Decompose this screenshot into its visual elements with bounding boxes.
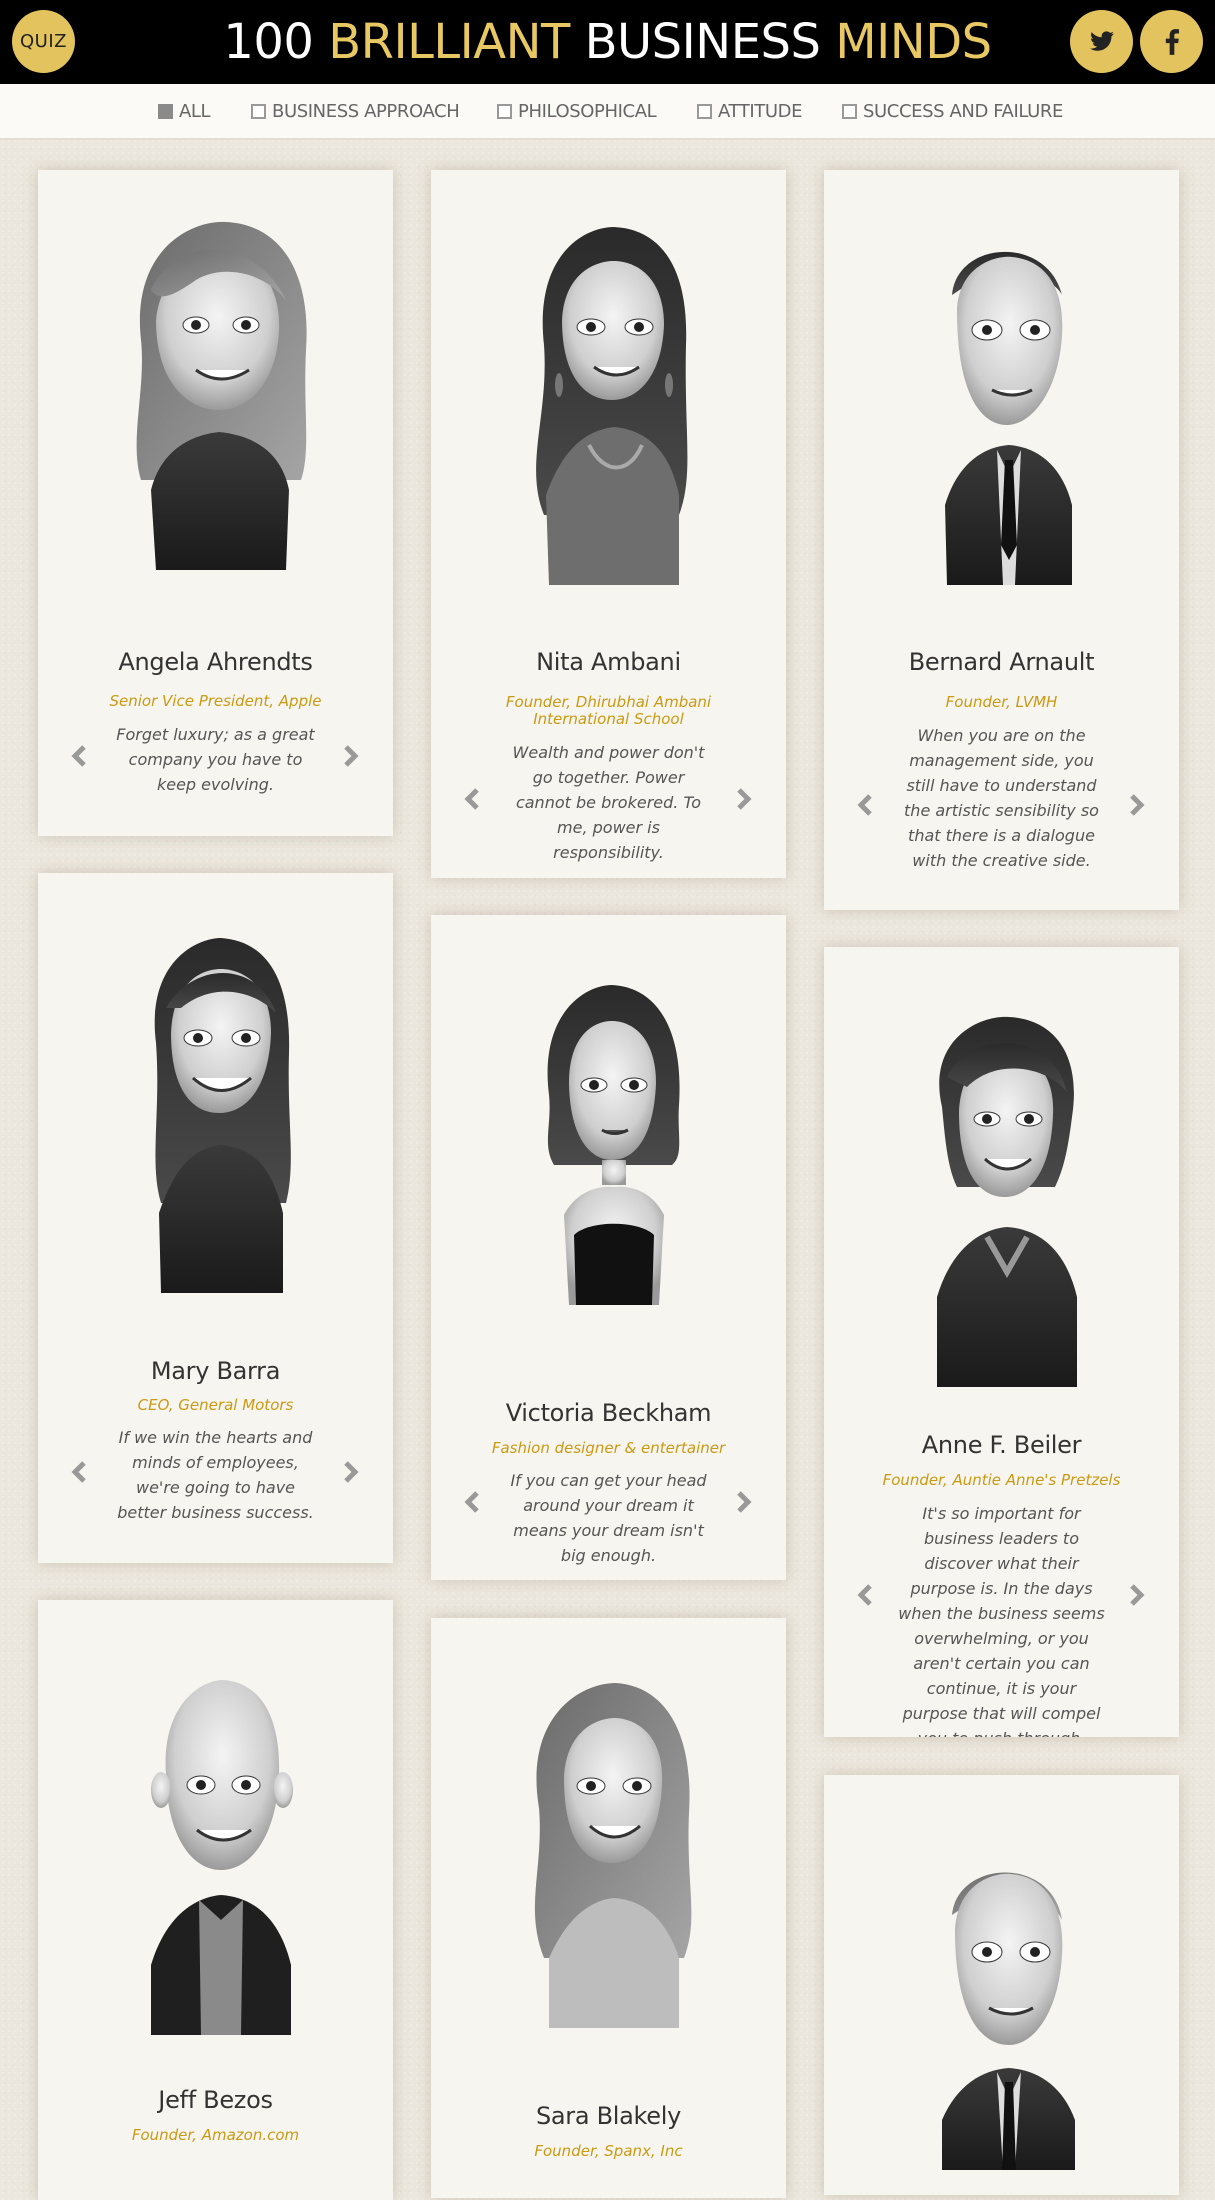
person-role: Founder, Auntie Anne's Pretzels [882, 1471, 1121, 1489]
person-name: Mary Barra [150, 1357, 281, 1385]
person-role: Founder, LVMH [945, 693, 1058, 711]
portrait-image [136, 221, 307, 570]
portrait-image [150, 1680, 293, 2035]
title-part-4: MINDS [835, 14, 992, 70]
filter-all-label: ALL [179, 100, 211, 122]
filter-philosophical-checkbox[interactable] [497, 103, 512, 119]
chevron-left-icon[interactable] [461, 787, 485, 811]
twitter-button[interactable] [1070, 10, 1133, 73]
card-anne-f-beiler[interactable]: Anne F. Beiler Founder, Auntie Anne's Pr… [824, 947, 1179, 1737]
portrait-image [941, 1872, 1075, 2170]
chevron-right-icon[interactable] [338, 1460, 362, 1484]
filter-attitude-checkbox[interactable] [697, 103, 712, 119]
filter-business-approach-checkbox[interactable] [251, 103, 266, 119]
portrait-image [534, 1683, 691, 2028]
card-angela-ahrendts[interactable]: Angela Ahrendts Senior Vice President, A… [38, 170, 393, 836]
chevron-right-icon[interactable] [1124, 793, 1148, 817]
person-role: Senior Vice President, Apple [109, 692, 322, 710]
facebook-icon [1165, 28, 1179, 55]
chevron-left-icon[interactable] [854, 1583, 878, 1607]
facebook-button[interactable] [1140, 10, 1203, 73]
title-part-3: BUSINESS [569, 14, 836, 70]
person-quote: It's so important for business leaders t… [898, 1504, 1105, 1737]
card-jeff-bezos[interactable]: Jeff Bezos Founder, Amazon.com [38, 1600, 393, 2200]
chevron-right-icon[interactable] [338, 744, 362, 768]
card-victoria-beckham[interactable]: Victoria Beckham Fashion designer & ente… [431, 915, 786, 1580]
filter-business-approach[interactable]: BUSINESS APPROACH [251, 100, 460, 122]
portrait-image [547, 985, 680, 1305]
person-quote: When you are on the management side, you… [904, 726, 1099, 870]
portrait-image [944, 251, 1072, 585]
filter-success-and-failure-checkbox[interactable] [842, 103, 857, 119]
person-role: Fashion designer & entertainer [491, 1439, 726, 1457]
person-name: Angela Ahrendts [118, 648, 313, 676]
portrait-image [154, 938, 291, 1293]
person-name: Jeff Bezos [158, 2086, 273, 2114]
chevron-right-icon[interactable] [1124, 1583, 1148, 1607]
card-next-person[interactable] [824, 1775, 1179, 2195]
person-quote: If we win the hearts and minds of employ… [117, 1428, 314, 1522]
chevron-right-icon[interactable] [731, 1490, 755, 1514]
filter-philosophical[interactable]: PHILOSOPHICAL [497, 100, 657, 122]
chevron-left-icon[interactable] [461, 1490, 485, 1514]
filter-attitude-label: ATTITUDE [718, 100, 803, 122]
filter-philosophical-label: PHILOSOPHICAL [518, 100, 657, 122]
filter-all-checkbox[interactable] [158, 103, 173, 119]
person-quote: Wealth and power don't go together. Powe… [512, 743, 705, 862]
person-role: Founder, Dhirubhai Ambani International … [505, 693, 712, 728]
person-name: Nita Ambani [536, 648, 681, 676]
filter-success-and-failure[interactable]: SUCCESS AND FAILURE [842, 100, 1063, 122]
card-sara-blakely[interactable]: Sara Blakely Founder, Spanx, Inc [431, 1618, 786, 2198]
person-name: Bernard Arnault [908, 648, 1095, 676]
card-mary-barra[interactable]: Mary Barra CEO, General Motors If we win… [38, 873, 393, 1563]
card-nita-ambani[interactable]: Nita Ambani Founder, Dhirubhai Ambani In… [431, 170, 786, 878]
title-part-1: 100 [223, 14, 329, 70]
filter-all[interactable]: ALL [158, 100, 211, 122]
page-title: 100 BRILLIANT BUSINESS MINDS [0, 12, 1215, 72]
filter-success-and-failure-label: SUCCESS AND FAILURE [863, 100, 1063, 122]
person-name: Anne F. Beiler [921, 1431, 1082, 1459]
portrait-image [936, 1016, 1077, 1387]
person-quote: Forget luxury; as a great company you ha… [116, 725, 315, 794]
chevron-right-icon[interactable] [731, 787, 755, 811]
person-name: Victoria Beckham [505, 1399, 712, 1427]
chevron-left-icon[interactable] [854, 793, 878, 817]
chevron-left-icon[interactable] [68, 744, 92, 768]
title-part-2: BRILLIANT [328, 14, 570, 70]
person-role: Founder, Spanx, Inc [534, 2142, 683, 2160]
person-role: CEO, General Motors [137, 1396, 294, 1414]
portrait-image [535, 227, 687, 585]
person-name: Sara Blakely [535, 2102, 682, 2130]
chevron-left-icon[interactable] [68, 1460, 92, 1484]
filter-business-approach-label: BUSINESS APPROACH [272, 100, 460, 122]
person-role: Founder, Amazon.com [131, 2126, 300, 2144]
person-quote: If you can get your head around your dre… [510, 1471, 707, 1565]
filter-bar: ALL BUSINESS APPROACH PHILOSOPHICAL ATTI… [0, 84, 1215, 140]
twitter-icon [1089, 30, 1114, 51]
top-bar: QUIZ 100 BRILLIANT BUSINESS MINDS [0, 0, 1215, 84]
card-bernard-arnault[interactable]: Bernard Arnault Founder, LVMH When you a… [824, 170, 1179, 910]
filter-attitude[interactable]: ATTITUDE [697, 100, 803, 122]
